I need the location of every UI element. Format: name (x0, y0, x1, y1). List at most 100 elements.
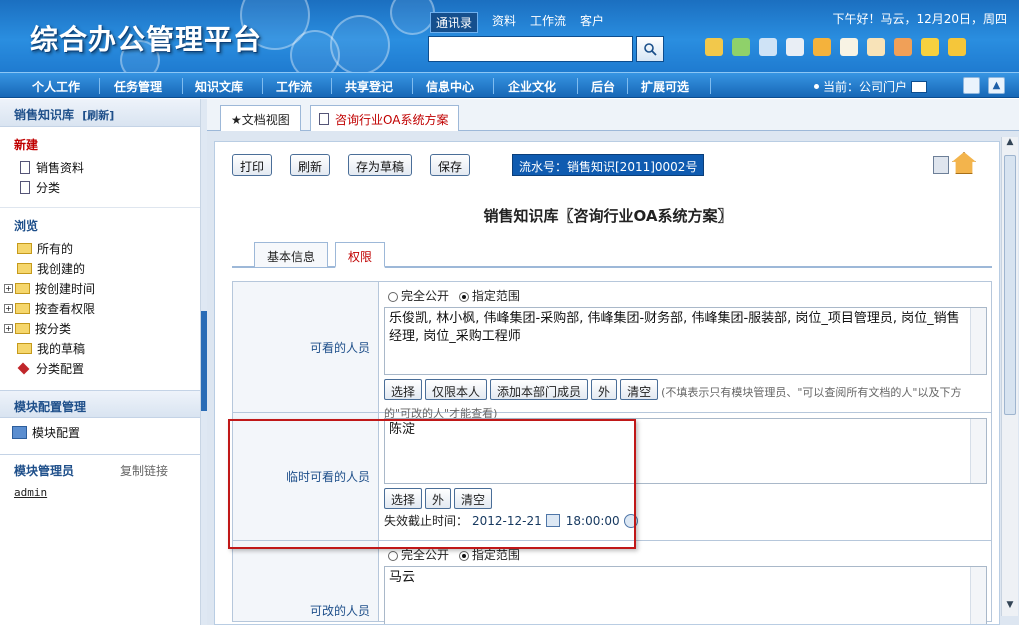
page-scrollbar[interactable]: ▲ ▼ (1001, 137, 1018, 616)
visible-scope-options: 完全公开 指定范围 (388, 287, 987, 304)
shirt-icon[interactable] (786, 38, 804, 56)
save-button[interactable]: 保存 (430, 154, 471, 176)
radio-public[interactable] (388, 291, 398, 302)
tab-document[interactable]: 咨询行业OA系统方案 (310, 105, 460, 131)
nav-separator (577, 78, 578, 94)
only-me-button[interactable]: 仅限本人 (425, 379, 488, 400)
nav-personal-work[interactable]: 个人工作 (32, 78, 80, 95)
tree-item-label: 按分类 (35, 321, 72, 336)
radio-public-label: 完全公开 (401, 548, 450, 562)
note-icon[interactable] (921, 38, 939, 56)
radio-range-label: 指定范围 (471, 289, 520, 303)
nav-separator (493, 78, 494, 94)
textarea-scrollbar[interactable] (970, 567, 986, 624)
tree-item-by-category[interactable]: + 按分类 (0, 318, 200, 338)
top-banner: 综合办公管理平台 通讯录 资料 工作流 客户 下午好！马云，12月20日，周四 (0, 0, 1019, 72)
clear-button[interactable]: 清空 (620, 379, 659, 400)
textarea-scrollbar[interactable] (970, 308, 986, 374)
textarea-scrollbar[interactable] (970, 419, 986, 483)
mail-icon[interactable] (759, 38, 777, 56)
tree-item-label: 我的草稿 (37, 341, 86, 356)
expand-icon[interactable]: + (4, 303, 13, 313)
home-icon[interactable] (705, 38, 723, 56)
nav-backend[interactable]: 后台 (591, 78, 615, 95)
browse-section-label: 浏览 (14, 219, 39, 233)
tree-item-by-created-time[interactable]: + 按创建时间 (0, 278, 200, 298)
quick-tab-customers[interactable]: 客户 (580, 12, 604, 33)
scrollbar-thumb[interactable] (1004, 155, 1016, 415)
radio-range[interactable] (458, 550, 469, 561)
tree-item-by-view-permission[interactable]: + 按查看权限 (0, 298, 200, 318)
save-draft-button[interactable]: 存为草稿 (348, 154, 413, 176)
nav-corporate-culture[interactable]: 企业文化 (508, 78, 556, 95)
admin-user-link[interactable]: admin (14, 486, 200, 499)
folder-icon (15, 322, 30, 334)
radio-public[interactable] (388, 550, 398, 561)
nav-workflow[interactable]: 工作流 (276, 78, 312, 95)
folder-icon (17, 342, 32, 354)
sidebar-item-category[interactable]: 分类 (0, 177, 200, 197)
nav-task-management[interactable]: 任务管理 (114, 78, 162, 95)
quick-tabs: 通讯录 资料 工作流 客户 (430, 12, 604, 33)
arrows-icon[interactable] (732, 38, 750, 56)
refresh-button[interactable]: 刷新 (290, 154, 331, 176)
expand-icon[interactable]: + (4, 323, 13, 333)
document-export-icon[interactable] (933, 156, 949, 174)
module-config-icon (12, 425, 27, 439)
users-icon[interactable] (894, 38, 912, 56)
quick-tab-materials[interactable]: 资料 (492, 12, 516, 33)
tree-item-category-config[interactable]: 分类配置 (0, 358, 200, 378)
add-department-button[interactable]: 添加本部门成员 (490, 379, 589, 400)
nav-knowledge-library[interactable]: 知识文库 (195, 78, 243, 95)
nav-extensions[interactable]: 扩展可选 (641, 78, 689, 95)
print-button[interactable]: 打印 (232, 154, 273, 176)
document-icon (20, 180, 30, 194)
nav-separator (262, 78, 263, 94)
pen-icon[interactable] (963, 77, 980, 94)
external-button[interactable]: 外 (591, 379, 618, 400)
quick-tab-contacts[interactable]: 通讯录 (430, 12, 479, 33)
tree-item-label: 按创建时间 (35, 281, 96, 296)
visible-people-textarea[interactable]: 乐俊凯, 林小枫, 伟峰集团-采购部, 伟峰集团-财务部, 伟峰集团-服装部, … (384, 307, 987, 375)
settings-icon[interactable] (813, 38, 831, 56)
home-icon[interactable] (952, 152, 976, 174)
calendar-icon[interactable] (867, 38, 885, 56)
nav-info-center[interactable]: 信息中心 (426, 78, 474, 95)
divider (0, 207, 200, 208)
nav-separator (99, 78, 100, 94)
nav-separator (710, 78, 711, 94)
nav-separator (627, 78, 628, 94)
editable-people-textarea[interactable]: 马云 (384, 566, 987, 624)
envelope-icon[interactable] (840, 38, 858, 56)
tab-document-view[interactable]: ★文档视图 (220, 105, 301, 131)
scroll-down-icon[interactable]: ▼ (1002, 600, 1018, 616)
tree-item-my-drafts[interactable]: 我的草稿 (0, 338, 200, 358)
sidebar-item-sales-material[interactable]: 销售资料 (0, 157, 200, 177)
app-logo: 综合办公管理平台 (30, 23, 263, 56)
nav-shared-registry[interactable]: 共享登记 (345, 78, 393, 95)
search-input[interactable] (428, 36, 633, 62)
select-button[interactable]: 选择 (384, 379, 423, 400)
quick-tab-workflow[interactable]: 工作流 (530, 12, 566, 33)
current-portal[interactable]: 当前：公司门户 (814, 78, 928, 95)
sidebar-item-module-config[interactable]: 模块配置 (0, 422, 200, 442)
tree-item-all[interactable]: 所有的 (0, 238, 200, 258)
collapse-up-icon[interactable]: ▲ (988, 77, 1005, 94)
scroll-up-icon[interactable]: ▲ (1002, 137, 1018, 153)
tree-item-created-by-me[interactable]: 我创建的 (0, 258, 200, 278)
module-admin-header: 模块管理员 复制链接 (0, 454, 200, 482)
radio-public-label: 完全公开 (401, 289, 450, 303)
copy-link[interactable]: 复制链接 (120, 462, 168, 479)
radio-range[interactable] (458, 291, 469, 302)
search-button[interactable] (636, 36, 664, 62)
sidebar-title: 销售知识库 (14, 108, 75, 122)
highlight-box (228, 419, 636, 549)
tab-basic-info[interactable]: 基本信息 (254, 242, 329, 268)
tab-permissions[interactable]: 权限 (335, 242, 386, 268)
tab-document-label: 咨询行业OA系统方案 (335, 113, 449, 127)
content-area: 打印 刷新 存为草稿 保存 流水号：销售知识[2011]0002号 销售知识库〖… (207, 131, 1019, 625)
sidebar-refresh-link[interactable]: [刷新] (82, 109, 114, 122)
logout-icon[interactable] (948, 38, 966, 56)
sidebar-item-label: 销售资料 (36, 160, 85, 175)
expand-icon[interactable]: + (4, 283, 13, 293)
